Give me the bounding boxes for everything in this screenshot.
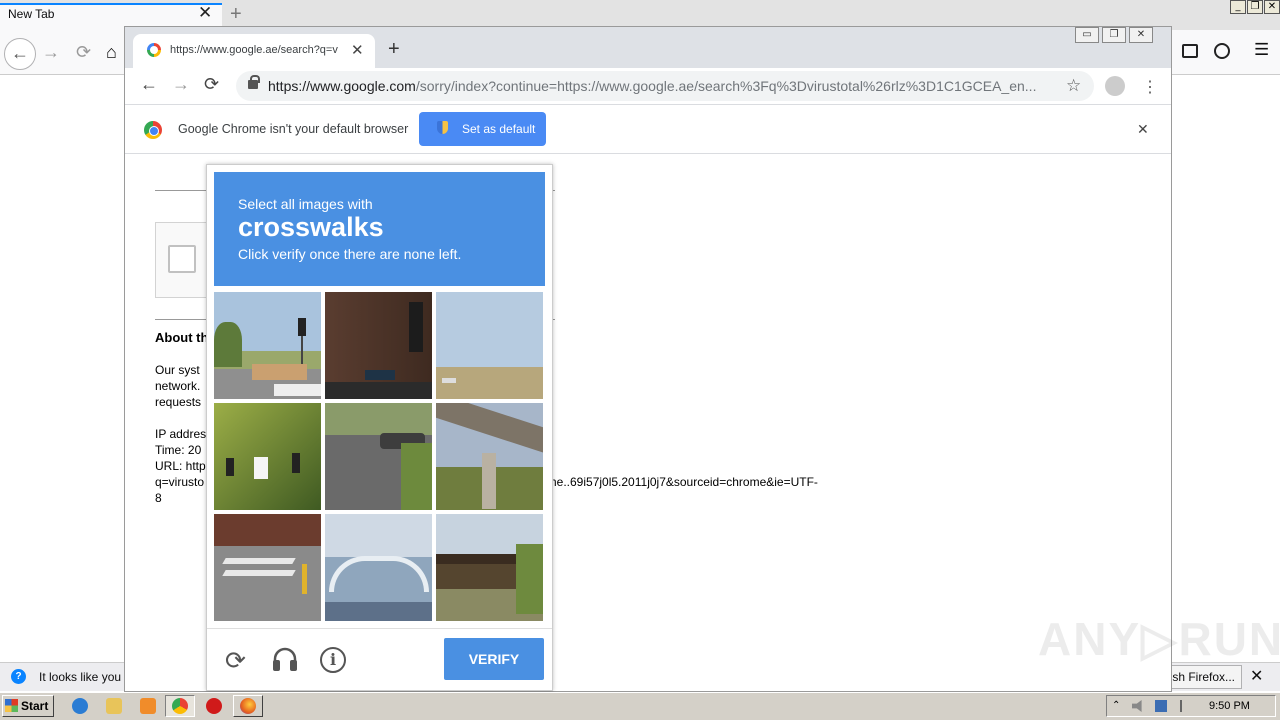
firefox-tab-close-icon[interactable]: ✕	[198, 3, 212, 23]
chrome-menu-icon[interactable]: ⋮	[1142, 77, 1158, 97]
url-host: https://www.google.com	[268, 78, 416, 94]
internet-explorer-icon[interactable]	[72, 698, 88, 714]
captcha-tile-building-signal[interactable]	[325, 292, 432, 399]
firefox-home-icon[interactable]: ⌂	[106, 42, 117, 63]
uac-shield-icon	[437, 121, 448, 134]
firefox-window-controls: _ ❐ ✕	[1230, 0, 1280, 14]
reload-challenge-icon[interactable]: ⟳	[225, 646, 246, 676]
challenge-instruction: Select all images with	[238, 196, 373, 212]
explorer-folder-icon[interactable]	[106, 698, 122, 714]
firefox-tab-title: New Tab	[8, 7, 55, 21]
notification-close-icon[interactable]: ✕	[1250, 666, 1263, 686]
set-as-default-label[interactable]: Set as default	[462, 122, 535, 136]
address-bar-url[interactable]: https://www.google.com/sorry/index?conti…	[268, 78, 1048, 94]
page-text-line: URL: http	[155, 459, 206, 473]
captcha-tile-rail-bridge[interactable]	[436, 514, 543, 621]
captcha-tile-open-field[interactable]	[436, 292, 543, 399]
refresh-firefox-button[interactable]: esh Firefox...	[1160, 665, 1242, 689]
firefox-new-tab-button[interactable]: +	[230, 3, 242, 26]
close-window-button[interactable]: ✕	[1264, 0, 1280, 14]
minimize-button[interactable]: _	[1230, 0, 1246, 14]
chrome-reload-button[interactable]: ⟳	[204, 74, 219, 95]
media-player-icon[interactable]	[140, 698, 156, 714]
chrome-new-tab-button[interactable]: +	[388, 38, 400, 61]
page-url-tail: ome..69i57j0l5.2011j0j7&sourceid=chrome&…	[540, 475, 818, 489]
about-heading: About th	[155, 330, 209, 345]
captcha-tile-arched-bridge[interactable]	[325, 514, 432, 621]
challenge-hint: Click verify once there are none left.	[238, 246, 462, 262]
network-icon[interactable]	[1155, 700, 1167, 712]
chrome-tab-title: https://www.google.ae/search?q=v	[170, 44, 338, 56]
chrome-back-button[interactable]: ←	[140, 74, 158, 95]
captcha-tile-residential-street[interactable]	[325, 403, 432, 510]
system-clock[interactable]: 9:50 PM	[1209, 700, 1250, 712]
page-text-line: network.	[155, 379, 201, 393]
headphones-icon[interactable]	[271, 646, 299, 672]
captcha-tile-crosswalk-corner[interactable]	[214, 514, 321, 621]
page-text-line: Time: 20	[155, 443, 202, 457]
page-text-line: 8	[155, 491, 162, 505]
chrome-icon	[172, 698, 188, 714]
anyrun-watermark-logo: ANY▷RUN	[1038, 613, 1280, 665]
page-text-line: IP addres	[155, 427, 207, 441]
page-text-line: requests	[155, 395, 202, 409]
chrome-forward-button[interactable]: →	[172, 74, 190, 95]
firefox-forward-button[interactable]: →	[42, 42, 60, 63]
chrome-tab-close-icon[interactable]: ✕	[351, 41, 364, 59]
firefox-menu-icon[interactable]: ☰	[1254, 40, 1269, 60]
action-center-flag-icon[interactable]	[1180, 700, 1192, 712]
sidebar-icon[interactable]	[1182, 44, 1198, 58]
infobar-message: Google Chrome isn't your default browser	[178, 122, 409, 136]
restore-button[interactable]: ❐	[1247, 0, 1263, 14]
infobar-close-icon[interactable]: ✕	[1137, 121, 1149, 138]
tray-expand-icon[interactable]: ⌃	[1112, 700, 1124, 712]
divider	[207, 628, 552, 629]
profile-avatar-icon[interactable]	[1105, 76, 1125, 96]
windows-logo-icon	[5, 699, 18, 712]
help-icon: ?	[11, 669, 26, 684]
info-icon[interactable]: i	[320, 647, 346, 673]
page-text-line: q=virusto	[155, 475, 205, 489]
google-favicon-icon	[147, 43, 161, 57]
firefox-icon	[240, 698, 256, 714]
opera-icon[interactable]	[206, 698, 222, 714]
chrome-logo-icon	[144, 121, 162, 139]
verify-button[interactable]: VERIFY	[444, 638, 544, 680]
firefox-reload-button[interactable]: ⟳	[76, 42, 91, 63]
challenge-target: crosswalks	[238, 212, 384, 242]
firefox-back-button[interactable]: ←	[4, 38, 36, 70]
account-icon[interactable]	[1214, 43, 1230, 59]
captcha-tile-street-traffic-light[interactable]	[214, 292, 321, 399]
chrome-minimize-button[interactable]: ▭	[1075, 27, 1099, 43]
recaptcha-checkbox[interactable]	[168, 245, 196, 273]
captcha-tile-trees-traffic-lights[interactable]	[214, 403, 321, 510]
url-path: /sorry/index?continue=https://www.google…	[415, 78, 1037, 94]
lock-icon[interactable]	[248, 75, 260, 89]
start-label[interactable]: Start	[21, 699, 48, 713]
chrome-restore-button[interactable]: ❐	[1102, 27, 1126, 43]
page-text-line: Our syst	[155, 363, 200, 377]
bookmark-star-icon[interactable]: ☆	[1066, 76, 1081, 96]
notification-text: It looks like you h	[39, 670, 132, 684]
captcha-tile-highway-overpass[interactable]	[436, 403, 543, 510]
chrome-window-controls: ▭ ❐ ✕	[1075, 27, 1153, 43]
chrome-close-button[interactable]: ✕	[1129, 27, 1153, 43]
